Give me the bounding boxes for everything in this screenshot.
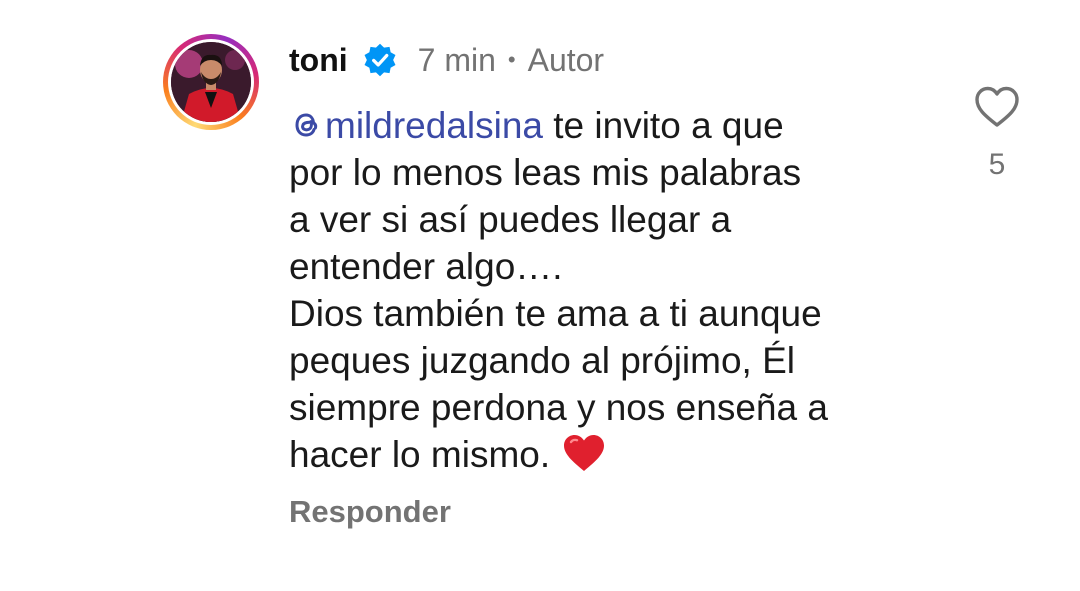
comment-line-7: siempre perdona y nos enseña a xyxy=(289,387,828,428)
avatar-border xyxy=(168,39,254,125)
comment-line-8-wrap: hacer lo mismo. xyxy=(289,431,929,478)
comment-line-8: hacer lo mismo. xyxy=(289,434,551,475)
comment-line-4: entender algo…. xyxy=(289,246,563,287)
avatar xyxy=(171,42,251,122)
comment-header: toni 7 min • Autor xyxy=(289,38,604,82)
heart-outline-icon[interactable] xyxy=(973,84,1021,130)
mention-link[interactable]: mildredalsina xyxy=(289,105,543,146)
like-count: 5 xyxy=(988,148,1006,181)
verified-badge-icon xyxy=(364,43,396,77)
threads-icon xyxy=(295,113,318,137)
timestamp: 7 min xyxy=(417,41,496,78)
comment: toni 7 min • Autor mildredalsina te invi… xyxy=(0,0,1080,591)
comment-line-3: a ver si así puedes llegar a xyxy=(289,199,732,240)
comment-line: mildredalsina te invito a que xyxy=(289,102,929,149)
comment-line-6: peques juzgando al prójimo, Él xyxy=(289,340,795,381)
avatar-picture xyxy=(171,42,251,122)
comment-line-2: por lo menos leas mis palabras xyxy=(289,152,802,193)
comment-line-1: te invito a que xyxy=(553,105,784,146)
author-badge: Autor xyxy=(527,41,605,78)
like-control: 5 xyxy=(972,84,1022,182)
username[interactable]: toni xyxy=(289,42,348,79)
story-ring[interactable] xyxy=(163,34,259,130)
comment-text: mildredalsina te invito a que por lo men… xyxy=(289,102,929,478)
comment-line-5: Dios también te ama a ti aunque xyxy=(289,293,822,334)
separator-dot: • xyxy=(507,47,516,72)
mention-handle[interactable]: mildredalsina xyxy=(325,105,543,146)
red-heart-emoji xyxy=(564,435,605,471)
reply-button[interactable]: Responder xyxy=(289,494,451,530)
